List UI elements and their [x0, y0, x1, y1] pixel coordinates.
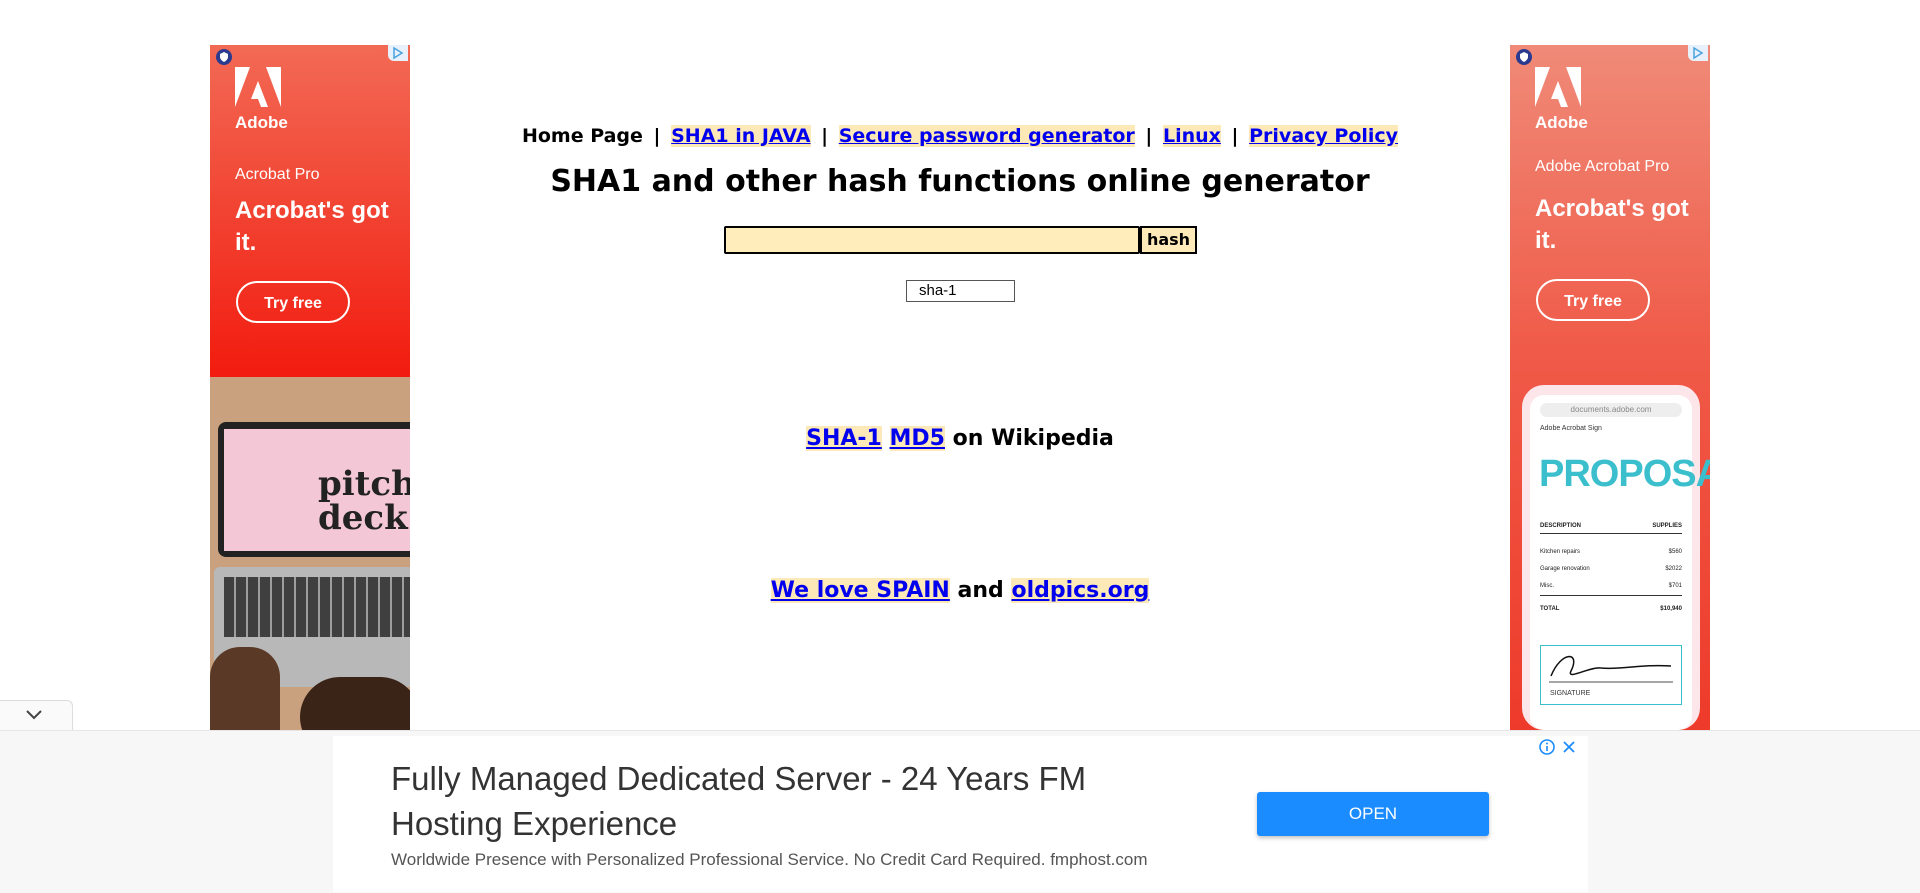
proposal-header-row: DESCRIPTION SUPPLIES — [1540, 523, 1682, 534]
proposal-total-value: $10,940 — [1660, 606, 1682, 612]
adchoices-icon[interactable] — [388, 45, 408, 61]
hash-text-input[interactable] — [724, 226, 1140, 254]
shield-icon[interactable] — [216, 49, 232, 65]
proposal-row: Kitchen repairs $560 — [1540, 549, 1682, 555]
wiki-suffix: on Wikipedia — [952, 426, 1114, 451]
partner-links: We love SPAIN and oldpics.org — [0, 578, 1920, 603]
pitch-deck-text: pitch deck — [318, 464, 410, 538]
nav-separator: | — [653, 125, 661, 147]
open-button[interactable]: OPEN — [1257, 792, 1489, 836]
nav-link-password-generator[interactable]: Secure password generator — [838, 125, 1135, 147]
nav-separator: | — [821, 125, 829, 147]
chevron-down-icon[interactable] — [24, 707, 44, 723]
info-icon[interactable] — [1538, 738, 1556, 756]
wiki-link-md5[interactable]: MD5 — [889, 426, 945, 451]
algorithm-select[interactable]: sha-1 — [906, 280, 1015, 302]
wikipedia-links: SHA-1 MD5 on Wikipedia — [0, 426, 1920, 451]
link-oldpics[interactable]: oldpics.org — [1011, 578, 1150, 603]
proposal-heading: PROPOSAL — [1539, 453, 1710, 495]
adobe-logo-icon — [1535, 67, 1581, 107]
adobe-logo-icon — [235, 67, 281, 107]
proposal-row-label: Kitchen repairs — [1540, 549, 1581, 555]
nav-link-sha1-java[interactable]: SHA1 in JAVA — [671, 125, 811, 147]
try-free-button[interactable]: Try free — [236, 281, 350, 323]
link-we-love-spain[interactable]: We love SPAIN — [770, 578, 950, 603]
try-free-button[interactable]: Try free — [1536, 279, 1650, 321]
signature-label: SIGNATURE — [1550, 690, 1591, 697]
nav-separator: | — [1145, 125, 1153, 147]
ad-tagline: Acrobat's got it. — [1535, 195, 1689, 254]
close-icon[interactable] — [1560, 738, 1578, 756]
hand — [210, 647, 280, 730]
phone-url: documents.adobe.com — [1540, 403, 1682, 417]
proposal-total-row: TOTAL $10,940 — [1540, 606, 1682, 612]
nav-link-privacy-policy[interactable]: Privacy Policy — [1249, 125, 1399, 147]
proposal-row-value: $2022 — [1665, 566, 1682, 572]
hair — [300, 677, 410, 730]
adchoices-icon[interactable] — [1688, 45, 1708, 61]
page-title: SHA1 and other hash functions online gen… — [550, 164, 1370, 199]
proposal-total-label: TOTAL — [1540, 606, 1560, 612]
signature-scribble-icon — [1549, 655, 1673, 683]
bottom-ad-description[interactable]: Worldwide Presence with Personalized Pro… — [391, 850, 1148, 870]
nav-link-linux[interactable]: Linux — [1162, 125, 1221, 147]
bottom-ad-title[interactable]: Fully Managed Dedicated Server - 24 Year… — [391, 756, 1171, 846]
nav-home: Home Page — [521, 125, 643, 147]
proposal-row-label: Garage renovation — [1540, 566, 1590, 572]
partner-links-and: and — [957, 578, 1004, 603]
top-nav: Home Page | SHA1 in JAVA | Secure passwo… — [0, 124, 1920, 148]
proposal-row-value: $560 — [1668, 549, 1682, 555]
hash-form: hash — [724, 226, 1197, 254]
wiki-link-sha1[interactable]: SHA-1 — [806, 426, 882, 451]
proposal-col-description: DESCRIPTION — [1540, 523, 1582, 529]
proposal-col-supplies: SUPPLIES — [1652, 523, 1682, 529]
collapse-ad-tab[interactable] — [0, 700, 73, 731]
ad-tagline: Acrobat's got it. — [235, 197, 389, 256]
nav-separator: | — [1231, 125, 1239, 147]
hash-button[interactable]: hash — [1140, 226, 1197, 254]
shield-icon[interactable] — [1516, 49, 1532, 65]
bottom-ad[interactable]: Fully Managed Dedicated Server - 24 Year… — [333, 736, 1588, 892]
proposal-row: Garage renovation $2022 — [1540, 566, 1682, 572]
